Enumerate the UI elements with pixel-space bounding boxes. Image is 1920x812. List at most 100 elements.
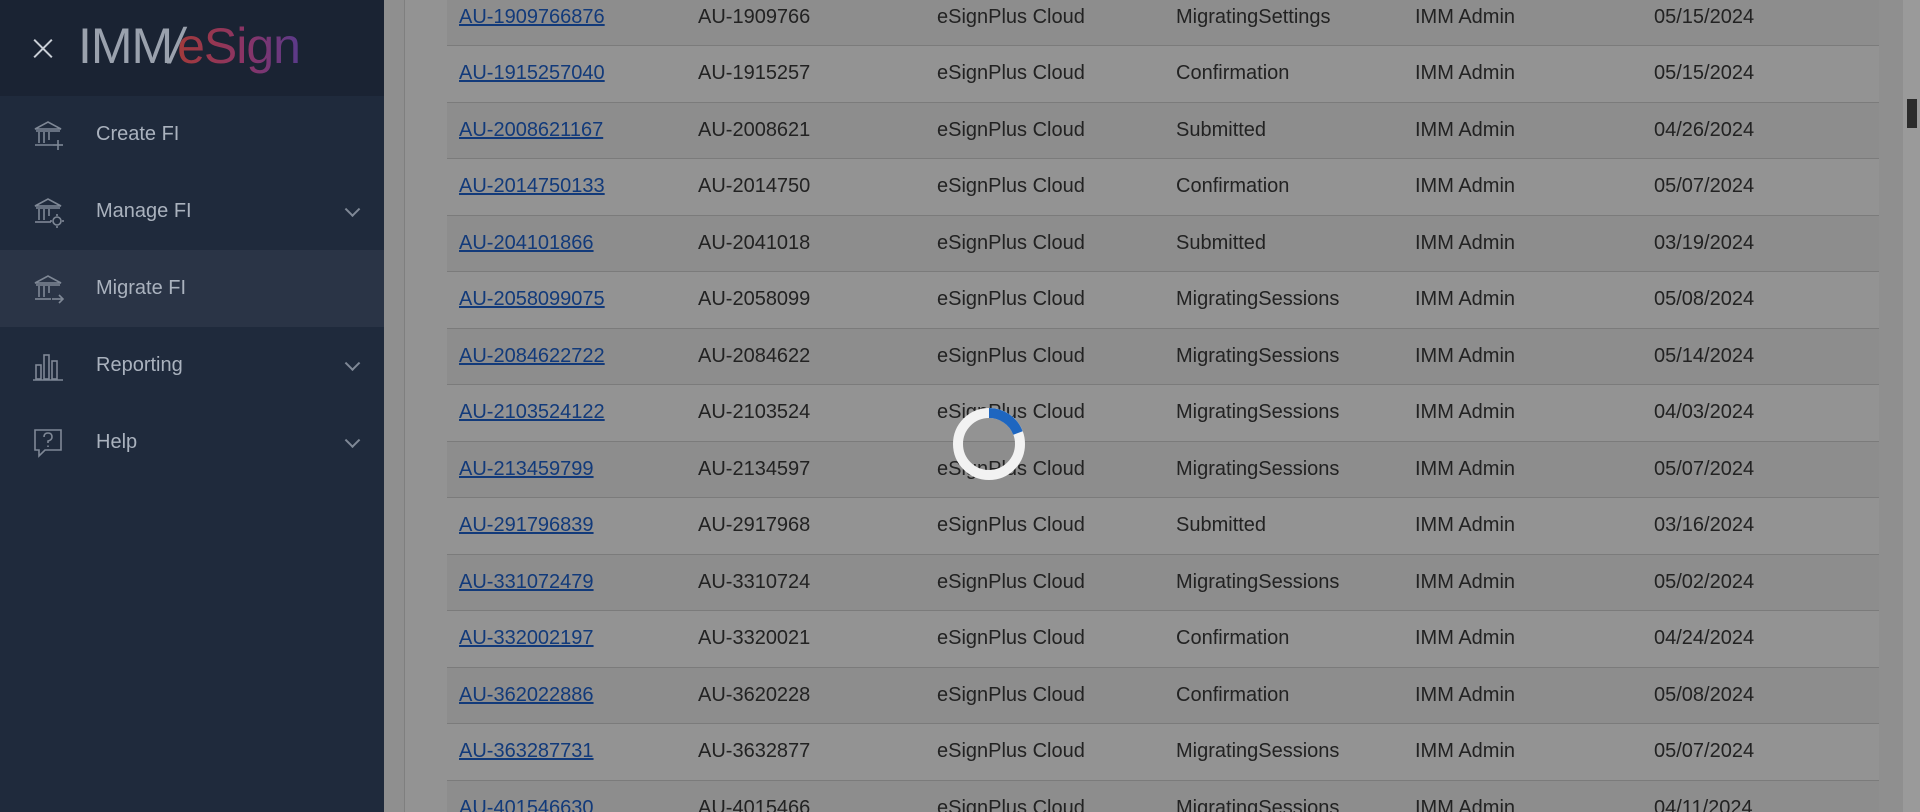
record-id-link[interactable]: AU-1909766876 — [459, 6, 605, 28]
status-cell: Submitted — [1176, 231, 1267, 254]
table-cell: AU-363287731 — [447, 724, 686, 781]
fi-id-cell: AU-2917968 — [698, 514, 811, 537]
table-row: AU-1909766876 AU-1909766 eSignPlus Cloud Mi… — [447, 0, 1879, 46]
chevron-down-icon[interactable] — [344, 200, 361, 217]
table-cell: AU-2084622 — [686, 328, 925, 385]
fi-id-cell: AU-3320021 — [698, 627, 811, 650]
record-id-link[interactable]: AU-2103524122 — [459, 401, 605, 423]
record-id-link[interactable]: AU-1915257040 — [459, 62, 605, 84]
table-cell: IMM Admin — [1403, 724, 1642, 781]
table-row: AU-332002197 AU-3320021 eSignPlus Cloud Con… — [447, 610, 1879, 668]
table-cell: AU-2008621 — [686, 102, 925, 159]
chevron-down-icon[interactable] — [344, 354, 361, 371]
table-cell: Submitted — [1164, 102, 1403, 159]
fi-id-cell: AU-3632877 — [698, 740, 811, 763]
date-cell: 04/11/2024 — [1654, 796, 1753, 812]
table-cell: AU-2084622722 — [447, 328, 686, 385]
product-cell: eSignPlus Cloud — [937, 175, 1085, 198]
table-cell: AU-204101866 — [447, 215, 686, 272]
bar-chart-icon — [30, 348, 66, 384]
table-cell: AU-3310724 — [686, 554, 925, 611]
table-cell: 04/03/2024 — [1642, 385, 1879, 442]
record-id-link[interactable]: AU-362022886 — [459, 684, 594, 706]
table-cell: eSignPlus Cloud — [925, 667, 1164, 724]
table-cell: IMM Admin — [1403, 498, 1642, 555]
product-cell: eSignPlus Cloud — [937, 683, 1085, 706]
table-cell: MigratingSessions — [1164, 385, 1403, 442]
table-cell: 05/08/2024 — [1642, 667, 1879, 724]
table-cell: 05/08/2024 — [1642, 272, 1879, 329]
table-cell: 05/15/2024 — [1642, 0, 1879, 46]
table-cell: IMM Admin — [1403, 328, 1642, 385]
logo-esign-text: eSign — [177, 18, 301, 74]
table-cell: 04/26/2024 — [1642, 102, 1879, 159]
record-id-link[interactable]: AU-331072479 — [459, 571, 594, 593]
status-cell: MigratingSessions — [1176, 288, 1340, 311]
sidebar-item-reporting[interactable]: Reporting — [0, 327, 384, 404]
table-cell: AU-332002197 — [447, 611, 686, 668]
record-id-link[interactable]: AU-332002197 — [459, 627, 594, 649]
scrollbar[interactable] — [1903, 0, 1920, 812]
table-cell: 03/19/2024 — [1642, 215, 1879, 272]
date-cell: 05/07/2024 — [1654, 457, 1755, 480]
table-cell: eSignPlus Cloud — [925, 498, 1164, 555]
record-id-link[interactable]: AU-2008621167 — [459, 119, 603, 141]
user-cell: IMM Admin — [1415, 401, 1516, 424]
table-cell: IMM Admin — [1403, 102, 1642, 159]
sidebar-item-help[interactable]: Help — [0, 404, 384, 481]
fi-id-cell: AU-1915257 — [698, 62, 811, 85]
table-cell: 04/24/2024 — [1642, 611, 1879, 668]
record-id-link[interactable]: AU-213459799 — [459, 458, 594, 480]
logo-imm-text: IMM — [78, 18, 173, 74]
record-id-link[interactable]: AU-2058099075 — [459, 288, 605, 310]
table-cell: Confirmation — [1164, 667, 1403, 724]
sidebar-item-manage-fi[interactable]: Manage FI — [0, 173, 384, 250]
table-cell: 05/15/2024 — [1642, 46, 1879, 103]
record-id-link[interactable]: AU-2014750133 — [459, 175, 605, 197]
table-cell: MigratingSettings — [1164, 0, 1403, 46]
table-cell: eSignPlus Cloud — [925, 159, 1164, 216]
table-cell: eSignPlus Cloud — [925, 215, 1164, 272]
status-cell: Submitted — [1176, 118, 1267, 141]
bank-arrow-icon — [30, 271, 66, 307]
table-cell: eSignPlus Cloud — [925, 611, 1164, 668]
table-row: AU-2084622722 AU-2084622 eSignPlus Cloud Mi… — [447, 328, 1879, 385]
sidebar-item-label: Manage FI — [96, 200, 192, 222]
user-cell: IMM Admin — [1415, 175, 1516, 198]
table-row: AU-291796839 AU-2917968 eSignPlus Cloud Sub… — [447, 497, 1879, 555]
date-cell: 03/19/2024 — [1654, 231, 1755, 254]
product-cell: eSignPlus Cloud — [937, 796, 1085, 812]
record-id-link[interactable]: AU-401546630 — [459, 797, 594, 812]
chevron-down-icon[interactable] — [344, 431, 361, 448]
user-cell: IMM Admin — [1415, 457, 1516, 480]
close-icon[interactable] — [30, 35, 56, 61]
product-cell: eSignPlus Cloud — [937, 5, 1085, 28]
table-cell: AU-1909766 — [686, 0, 925, 46]
date-cell: 05/08/2024 — [1654, 288, 1755, 311]
status-cell: Submitted — [1176, 514, 1267, 537]
product-cell: eSignPlus Cloud — [937, 62, 1085, 85]
table-cell: IMM Admin — [1403, 0, 1642, 46]
record-id-link[interactable]: AU-204101866 — [459, 232, 594, 254]
table-row: AU-1915257040 AU-1915257 eSignPlus Cloud Co… — [447, 45, 1879, 103]
table-cell: AU-2103524122 — [447, 385, 686, 442]
fi-id-cell: AU-2014750 — [698, 175, 811, 198]
record-id-link[interactable]: AU-363287731 — [459, 740, 594, 762]
record-id-link[interactable]: AU-291796839 — [459, 514, 594, 536]
user-cell: IMM Admin — [1415, 740, 1516, 763]
table-cell: 05/02/2024 — [1642, 554, 1879, 611]
table-cell: IMM Admin — [1403, 159, 1642, 216]
table-cell: AU-2103524 — [686, 385, 925, 442]
table-row: AU-363287731 AU-3632877 eSignPlus Cloud Mig… — [447, 723, 1879, 781]
table-row: AU-204101866 AU-2041018 eSignPlus Cloud Sub… — [447, 215, 1879, 272]
fi-id-cell: AU-1909766 — [698, 5, 811, 28]
scrollbar-thumb[interactable] — [1907, 99, 1917, 128]
sidebar-item-label: Reporting — [96, 354, 183, 376]
table-cell: AU-401546630 — [447, 780, 686, 812]
user-cell: IMM Admin — [1415, 5, 1516, 28]
table-cell: 05/07/2024 — [1642, 159, 1879, 216]
sidebar-item-create-fi[interactable]: Create FI — [0, 96, 384, 173]
main-content: AU-1909766876 AU-1909766 eSignPlus Cloud Mi… — [384, 0, 1920, 812]
sidebar-item-migrate-fi[interactable]: Migrate FI — [0, 250, 384, 327]
record-id-link[interactable]: AU-2084622722 — [459, 345, 605, 367]
